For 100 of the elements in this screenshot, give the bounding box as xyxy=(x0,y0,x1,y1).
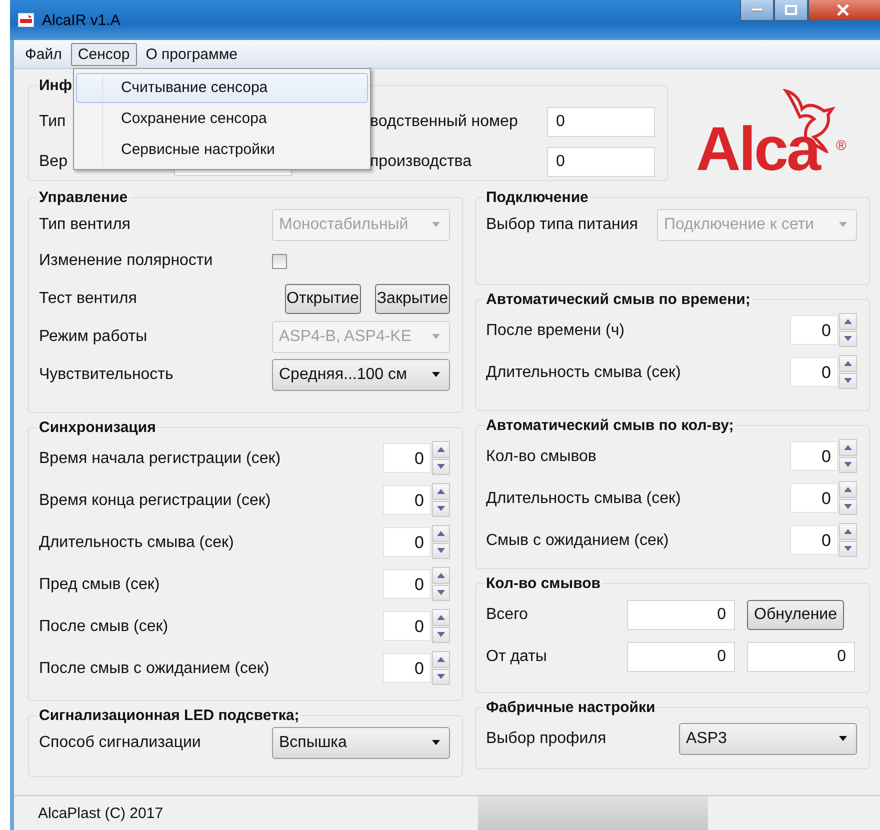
input-field[interactable]: 0 xyxy=(747,642,855,672)
field-label: водственный номер xyxy=(370,113,519,131)
field-label: Вер xyxy=(39,153,68,170)
field-label: Смыв с ожиданием (сек) xyxy=(486,532,669,550)
caret-icon xyxy=(838,222,848,228)
input-field[interactable]: 0 xyxy=(627,600,735,630)
spinner-control[interactable] xyxy=(432,525,450,559)
up-arrow-icon xyxy=(437,656,445,662)
maximize-icon xyxy=(785,5,797,15)
close-icon xyxy=(837,4,849,16)
input-field[interactable]: 0 xyxy=(547,147,655,177)
number-field[interactable]: 0 xyxy=(790,525,838,555)
down-arrow-icon xyxy=(437,464,445,470)
number-field[interactable]: 0 xyxy=(383,527,431,557)
group-title: Подключение xyxy=(485,189,590,206)
field-label: После времени (ч) xyxy=(486,322,624,340)
field-label: От даты xyxy=(486,648,547,666)
field-label: Изменение полярности xyxy=(39,252,213,270)
down-arrow-icon xyxy=(437,632,445,638)
group-title: Автоматический смыв по кол-ву; xyxy=(485,417,735,434)
brand-logo: Alca xyxy=(696,117,819,183)
up-arrow-icon xyxy=(844,444,852,450)
up-arrow-icon xyxy=(437,446,445,452)
up-arrow-icon xyxy=(437,614,445,620)
spinner-control[interactable] xyxy=(839,313,857,347)
caret-icon xyxy=(431,334,441,340)
field-label: Пред смыв (сек) xyxy=(39,576,160,594)
number-field[interactable]: 0 xyxy=(790,357,838,387)
action-button[interactable]: Открытие xyxy=(284,284,361,314)
field-label: Время начала регистрации (сек) xyxy=(39,450,281,468)
spinner-control[interactable] xyxy=(839,523,857,557)
down-arrow-icon xyxy=(844,546,852,552)
dropdown-select[interactable]: ASP3 xyxy=(679,723,857,755)
field-label: Тип вентиля xyxy=(39,216,130,234)
spinner-control[interactable] xyxy=(432,483,450,517)
field-label: Способ сигнализации xyxy=(39,734,201,752)
field-label: Кол-во смывов xyxy=(486,448,596,466)
field-label: Длительность смыва (сек) xyxy=(39,534,234,552)
caret-icon xyxy=(431,740,441,746)
menu-item[interactable]: Файл xyxy=(18,42,69,66)
registered-mark: ® xyxy=(836,137,846,153)
down-arrow-icon xyxy=(844,378,852,384)
number-field[interactable]: 0 xyxy=(383,443,431,473)
field-label: Длительность смыва (сек) xyxy=(486,490,681,508)
reset-button[interactable]: Обнуление xyxy=(747,600,844,630)
down-arrow-icon xyxy=(844,462,852,468)
up-arrow-icon xyxy=(844,318,852,324)
number-field[interactable]: 0 xyxy=(383,485,431,515)
group-title: Инф xyxy=(38,77,73,94)
checkbox[interactable] xyxy=(272,254,287,268)
caret-icon xyxy=(431,222,441,228)
menu-item[interactable]: О программе xyxy=(138,42,244,66)
field-label: Чувствительность xyxy=(39,366,174,384)
menu-item[interactable]: Сенсор xyxy=(70,42,137,66)
spinner-control[interactable] xyxy=(839,439,857,473)
spinner-control[interactable] xyxy=(432,441,450,475)
dropdown-select[interactable]: Средняя...100 см xyxy=(272,359,450,391)
field-label: Тест вентиля xyxy=(39,290,137,308)
field-label: После смыв (сек) xyxy=(39,618,168,636)
minimize-icon xyxy=(751,8,763,12)
status-text: AlcaPlast (C) 2017 xyxy=(38,804,164,822)
action-button[interactable]: Закрытие xyxy=(374,284,450,314)
input-field[interactable]: 0 xyxy=(547,107,655,137)
number-field[interactable]: 0 xyxy=(383,611,431,641)
spinner-control[interactable] xyxy=(839,481,857,515)
caret-icon xyxy=(838,736,848,742)
group-title: Управление xyxy=(38,189,129,206)
group-title: Синхронизация xyxy=(38,419,157,436)
group-title: Сигнализационная LED подсветка; xyxy=(38,707,300,724)
up-arrow-icon xyxy=(437,530,445,536)
group-title: Фабричные настройки xyxy=(485,699,656,716)
caret-icon xyxy=(431,372,441,378)
up-arrow-icon xyxy=(844,486,852,492)
dropdown-item[interactable]: Считывание сенсора xyxy=(76,73,368,103)
field-label: Длительность смыва (сек) xyxy=(486,364,681,382)
down-arrow-icon xyxy=(844,336,852,342)
dropdown-item[interactable]: Сохранение сенсора xyxy=(76,104,368,134)
dropdown-item[interactable]: Сервисные настройки xyxy=(76,135,368,165)
number-field[interactable]: 0 xyxy=(790,483,838,513)
input-field[interactable]: 0 xyxy=(627,642,735,672)
number-field[interactable]: 0 xyxy=(790,441,838,471)
minimize-button[interactable] xyxy=(740,0,774,21)
field-label: Режим работы xyxy=(39,328,148,346)
group-title: Автоматический смыв по времени; xyxy=(485,291,752,308)
up-arrow-icon xyxy=(437,488,445,494)
up-arrow-icon xyxy=(437,572,445,578)
spinner-control[interactable] xyxy=(432,567,450,601)
app-logo-icon xyxy=(18,13,34,27)
down-arrow-icon xyxy=(437,506,445,512)
number-field[interactable]: 0 xyxy=(383,569,431,599)
maximize-button[interactable] xyxy=(774,0,808,21)
spinner-control[interactable] xyxy=(432,651,450,685)
spinner-control[interactable] xyxy=(839,355,857,389)
field-label: Всего xyxy=(486,606,528,624)
dropdown-select[interactable]: Вспышка xyxy=(272,727,450,759)
spinner-control[interactable] xyxy=(432,609,450,643)
number-field[interactable]: 0 xyxy=(790,315,838,345)
field-label: Выбор типа питания xyxy=(486,216,638,234)
field-label: После смыв с ожиданием (сек) xyxy=(39,660,270,678)
number-field[interactable]: 0 xyxy=(383,653,431,683)
